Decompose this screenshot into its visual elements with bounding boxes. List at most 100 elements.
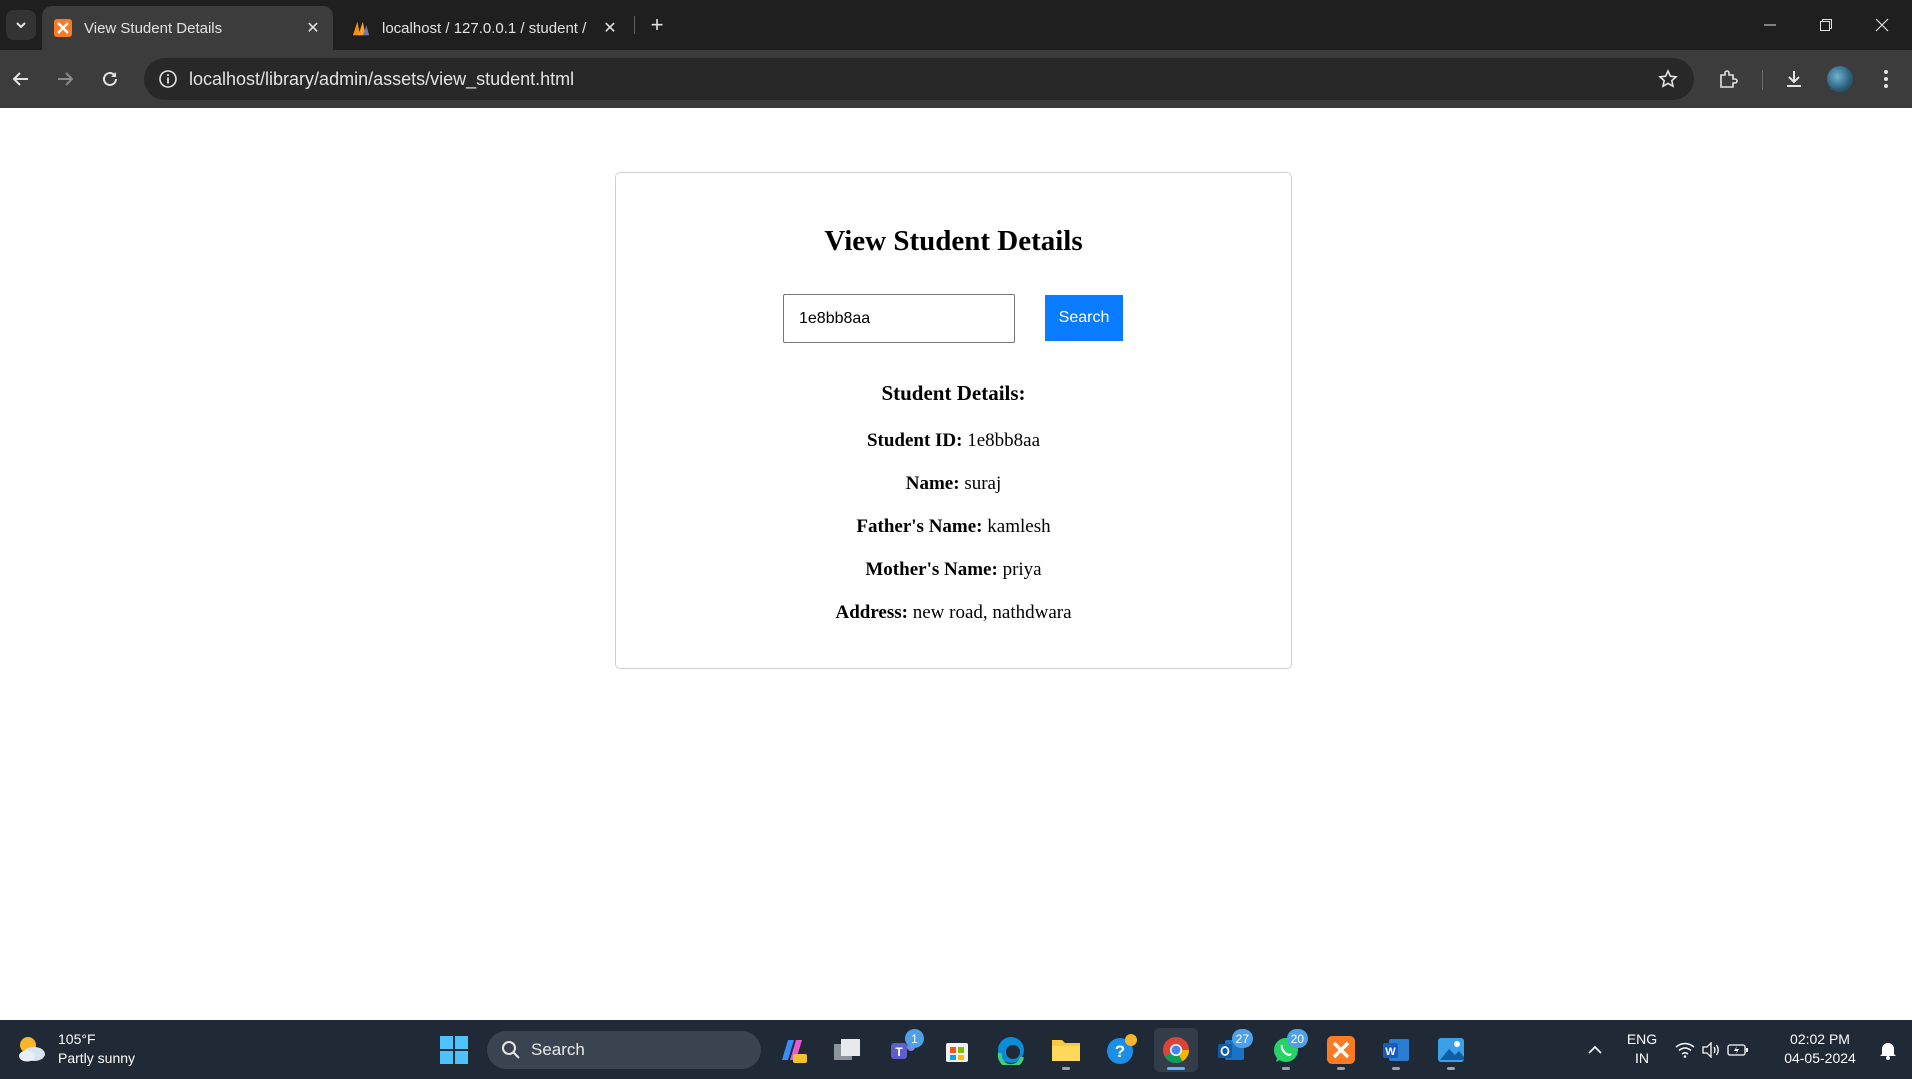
notification-badge: 1 (905, 1029, 924, 1048)
address-bar[interactable]: localhost/library/admin/assets/view_stud… (144, 58, 1694, 100)
chevron-down-icon (16, 22, 26, 29)
running-indicator (1062, 1067, 1070, 1070)
quick-settings-button[interactable] (1672, 1028, 1752, 1072)
arrow-left-icon (12, 72, 28, 86)
xampp-app[interactable] (1319, 1028, 1363, 1072)
taskbar-search-label: Search (531, 1040, 585, 1059)
new-tab-button[interactable]: + (642, 10, 672, 40)
minimize-icon (1764, 24, 1776, 26)
extensions-button[interactable] (1710, 61, 1746, 97)
running-indicator (1447, 1067, 1455, 1070)
copilot-app[interactable] (770, 1028, 814, 1072)
word-icon: W (1383, 1039, 1409, 1061)
back-button[interactable] (3, 61, 39, 97)
download-icon (1787, 71, 1801, 87)
running-indicator (1337, 1067, 1345, 1070)
search-button[interactable]: Search (1045, 295, 1123, 341)
close-icon[interactable]: ✕ (596, 14, 624, 42)
word-app[interactable]: W (1374, 1028, 1418, 1072)
wifi-icon (1675, 1042, 1695, 1058)
reload-button[interactable] (92, 61, 128, 97)
detail-value: new road, nathdwara (912, 602, 1072, 623)
start-button[interactable] (432, 1028, 476, 1072)
outlook-app[interactable]: 27 (1209, 1028, 1253, 1072)
notifications-button[interactable] (1868, 1028, 1908, 1072)
forward-button[interactable] (47, 61, 83, 97)
show-hidden-icons-button[interactable] (1573, 1028, 1617, 1072)
browser-toolbar: localhost/library/admin/assets/view_stud… (0, 50, 1912, 108)
photos-app[interactable] (1429, 1028, 1473, 1072)
detail-address: Address: new road, nathdwara (616, 602, 1291, 624)
weather-condition: Partly sunny (58, 1050, 136, 1066)
detail-label: Father's Name: (856, 516, 983, 537)
xampp-icon (1327, 1036, 1355, 1064)
arrow-right-icon (58, 72, 74, 86)
partly-sunny-icon (19, 1037, 45, 1062)
reload-icon (103, 71, 117, 86)
profile-button[interactable] (1822, 61, 1858, 97)
close-window-button[interactable] (1854, 0, 1910, 50)
close-icon (1875, 18, 1889, 32)
phpmyadmin-icon (352, 19, 370, 37)
detail-value: kamlesh (987, 516, 1051, 537)
windows-logo-icon (440, 1036, 468, 1064)
running-indicator (1392, 1067, 1400, 1070)
tab-view-student-details[interactable]: View Student Details ✕ (42, 6, 333, 50)
get-help-app[interactable]: ? (1099, 1028, 1143, 1072)
svg-text:W: W (1385, 1046, 1396, 1058)
clock[interactable]: 02:02 PM 04-05-2024 (1772, 1030, 1868, 1068)
minimize-button[interactable] (1742, 0, 1798, 50)
tab-title: localhost / 127.0.0.1 / student / (382, 19, 587, 37)
notification-badge: 27 (1231, 1029, 1253, 1048)
url-text: localhost/library/admin/assets/view_stud… (189, 69, 575, 89)
weather-widget[interactable]: 105°F Partly sunny (14, 1030, 135, 1068)
detail-value: priya (1002, 559, 1042, 580)
taskbar-search[interactable]: Search (487, 1031, 761, 1069)
downloads-button[interactable] (1776, 61, 1812, 97)
help-icon: ? (1107, 1034, 1137, 1064)
language-code: ENG (1626, 1031, 1658, 1047)
task-view-app[interactable] (825, 1028, 869, 1072)
detail-name: Name: suraj (616, 473, 1291, 495)
tab-search-button[interactable] (6, 10, 36, 40)
site-info-icon[interactable] (152, 63, 184, 95)
chrome-app[interactable] (1154, 1028, 1198, 1072)
volume-icon (1702, 1042, 1719, 1058)
toolbar-divider (1762, 70, 1763, 90)
store-icon (946, 1043, 968, 1062)
detail-value: suraj (964, 473, 1002, 494)
xampp-icon (54, 19, 72, 37)
chrome-icon (1163, 1037, 1190, 1064)
restore-icon (1820, 19, 1832, 31)
edge-app[interactable] (989, 1028, 1033, 1072)
file-explorer-app[interactable] (1044, 1028, 1088, 1072)
active-indicator (1167, 1067, 1185, 1070)
close-icon[interactable]: ✕ (299, 14, 327, 42)
whatsapp-app[interactable]: 20 (1264, 1028, 1308, 1072)
tab-divider (634, 16, 635, 34)
page-title: View Student Details (824, 225, 1083, 257)
detail-label: Student ID: (866, 430, 963, 451)
search-icon (502, 1041, 520, 1059)
detail-fathers-name: Father's Name: kamlesh (616, 516, 1291, 538)
menu-button[interactable] (1868, 61, 1904, 97)
svg-text:T: T (895, 1045, 903, 1059)
details-heading: Student Details: (881, 381, 1026, 405)
student-id-input[interactable] (783, 294, 1015, 343)
detail-mothers-name: Mother's Name: priya (616, 559, 1291, 581)
detail-label: Name: (905, 473, 960, 494)
kebab-menu-icon (1884, 70, 1888, 88)
photos-icon (1438, 1038, 1464, 1062)
student-details-card: View Student Details Search Student Deta… (615, 172, 1292, 669)
notification-badge: 20 (1286, 1029, 1308, 1048)
restore-button[interactable] (1798, 0, 1854, 50)
running-indicator (1282, 1067, 1290, 1070)
chevron-up-icon (1588, 1045, 1602, 1054)
microsoft-store-app[interactable] (935, 1028, 979, 1072)
svg-text:?: ? (1115, 1042, 1125, 1061)
page-content: View Student Details Search Student Deta… (0, 108, 1912, 1020)
teams-app[interactable]: T 1 (880, 1028, 924, 1072)
bookmark-star-icon[interactable] (1652, 63, 1684, 95)
language-indicator[interactable]: ENG IN (1622, 1030, 1662, 1068)
tab-phpmyadmin[interactable]: localhost / 127.0.0.1 / student / ✕ (340, 6, 630, 50)
